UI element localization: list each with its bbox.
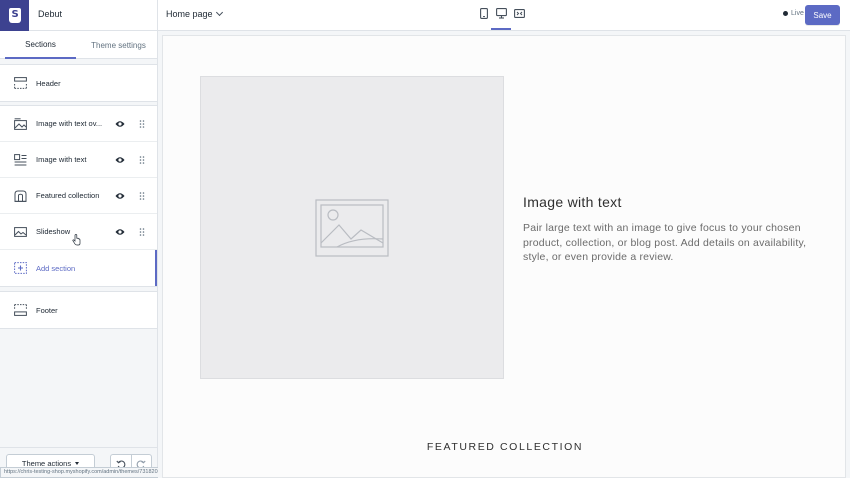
fullscreen-view-button[interactable] bbox=[509, 8, 529, 30]
eye-icon[interactable] bbox=[115, 192, 125, 200]
image-text-icon bbox=[14, 154, 27, 166]
drag-handle-icon[interactable] bbox=[139, 120, 145, 128]
section-item-featured-collection[interactable]: Featured collection bbox=[0, 178, 157, 214]
mobile-icon bbox=[480, 8, 488, 19]
image-placeholder-icon bbox=[315, 198, 389, 257]
section-item-image-with-text-overlay[interactable]: Image with text ov... bbox=[0, 106, 157, 142]
theme-name: Debut bbox=[38, 9, 63, 19]
save-button[interactable]: Save bbox=[805, 5, 840, 25]
featured-collection-heading: FEATURED COLLECTION bbox=[426, 441, 584, 453]
page-selector-label: Home page bbox=[166, 9, 213, 19]
header-panel: Header bbox=[0, 64, 157, 102]
drag-handle-icon[interactable] bbox=[139, 192, 145, 200]
preview-frame[interactable]: Image with text Pair large text with an … bbox=[162, 35, 846, 478]
drag-handle-icon[interactable] bbox=[139, 156, 145, 164]
sections-panel: Image with text ov... Image with text Fe… bbox=[0, 105, 157, 287]
footer-icon bbox=[14, 304, 27, 316]
top-bar: Debut Home page Live Save bbox=[0, 0, 850, 31]
chevron-down-icon bbox=[215, 8, 223, 17]
section-item-label: Slideshow bbox=[36, 227, 71, 236]
theme-preview: Image with text Pair large text with an … bbox=[158, 31, 850, 478]
tab-sections[interactable]: Sections bbox=[5, 31, 76, 59]
desktop-icon bbox=[495, 8, 507, 19]
desktop-view-button[interactable] bbox=[491, 8, 511, 30]
add-section-icon bbox=[14, 262, 27, 274]
section-item-footer[interactable]: Footer bbox=[0, 292, 157, 328]
image-placeholder[interactable] bbox=[200, 76, 504, 379]
image-with-text-body: Pair large text with an image to give fo… bbox=[523, 222, 807, 263]
eye-icon[interactable] bbox=[115, 156, 125, 164]
live-dot-icon bbox=[783, 11, 788, 16]
header-icon bbox=[14, 77, 27, 89]
tab-theme-settings[interactable]: Theme settings bbox=[80, 31, 157, 59]
section-item-label: Featured collection bbox=[36, 191, 100, 200]
sidebar: Sections Theme settings Header Image wit… bbox=[0, 31, 158, 478]
eye-icon[interactable] bbox=[115, 228, 125, 236]
live-status: Live bbox=[783, 10, 804, 17]
add-section-label: Add section bbox=[36, 263, 76, 273]
slideshow-icon bbox=[14, 227, 27, 237]
add-section-button[interactable]: Add section bbox=[0, 250, 157, 286]
page-selector[interactable]: Home page bbox=[166, 8, 223, 19]
sidebar-tabs: Sections Theme settings bbox=[0, 31, 157, 59]
section-item-label: Footer bbox=[36, 305, 58, 315]
section-item-label: Image with text ov... bbox=[36, 119, 103, 128]
caret-down-icon bbox=[75, 462, 80, 465]
section-item-label: Header bbox=[36, 78, 61, 88]
fullscreen-icon bbox=[513, 9, 525, 18]
shopify-logo[interactable] bbox=[0, 0, 29, 31]
live-label: Live bbox=[791, 10, 804, 17]
image-overlay-icon bbox=[14, 118, 27, 130]
image-with-text-heading: Image with text bbox=[523, 194, 622, 210]
footer-panel: Footer bbox=[0, 291, 157, 329]
divider bbox=[157, 0, 158, 31]
drag-handle-icon[interactable] bbox=[139, 228, 145, 236]
shopify-bag-icon bbox=[8, 8, 21, 23]
eye-icon[interactable] bbox=[115, 120, 125, 128]
section-item-image-with-text[interactable]: Image with text bbox=[0, 142, 157, 178]
pointer-cursor-icon bbox=[72, 234, 81, 246]
collection-icon bbox=[14, 190, 27, 202]
section-item-label: Image with text bbox=[36, 155, 87, 164]
section-item-header[interactable]: Header bbox=[0, 65, 157, 101]
